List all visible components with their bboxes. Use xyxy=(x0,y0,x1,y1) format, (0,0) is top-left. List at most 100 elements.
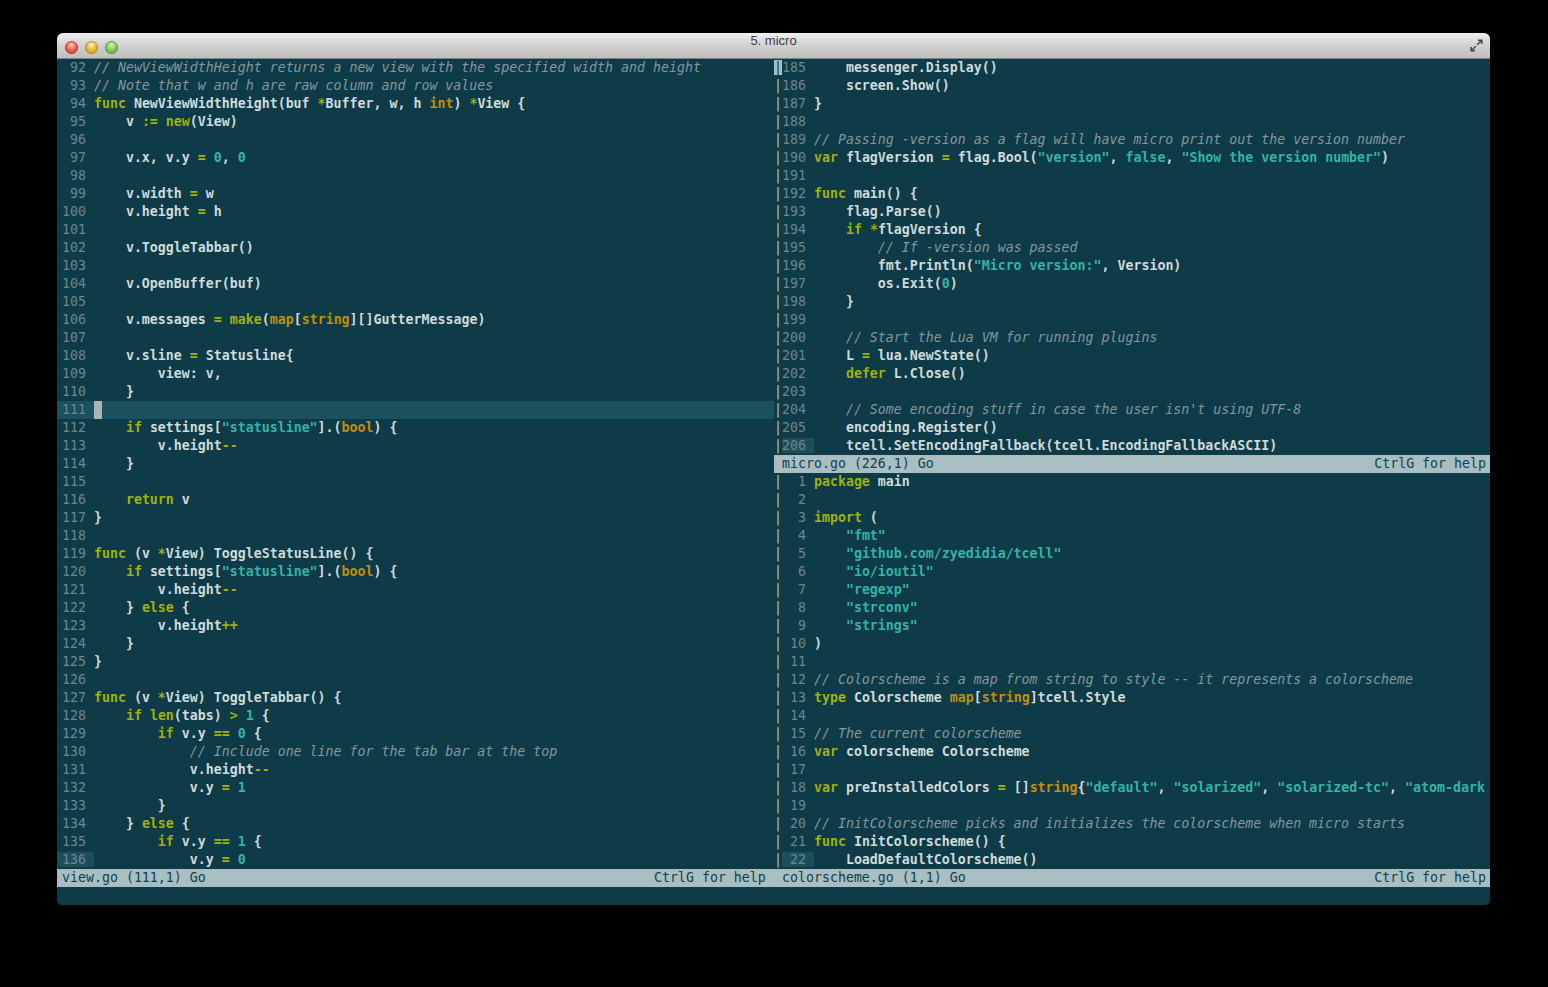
code-line[interactable]: |195 // If -version was passed xyxy=(774,239,1405,257)
code-line[interactable]: 121 v.height-- xyxy=(62,581,701,599)
code-line[interactable]: 109 view: v, xyxy=(62,365,701,383)
titlebar[interactable]: 5. micro xyxy=(57,33,1490,59)
code-line[interactable]: |199 xyxy=(774,311,1405,329)
code-line[interactable]: | 3 import ( xyxy=(774,509,1485,527)
code-line[interactable]: | 20 // InitColorscheme picks and initia… xyxy=(774,815,1485,833)
code-line[interactable]: 107 xyxy=(62,329,701,347)
code-line[interactable]: |206 tcell.SetEncodingFallback(tcell.Enc… xyxy=(774,437,1405,455)
code-line[interactable]: |200 // Start the Lua VM for running plu… xyxy=(774,329,1405,347)
code-line[interactable]: |188 xyxy=(774,113,1405,131)
code-line[interactable]: | 2 xyxy=(774,491,1485,509)
resize-icon[interactable] xyxy=(1468,37,1485,58)
code-line[interactable]: 126 xyxy=(62,671,701,689)
code-line[interactable]: |185 messenger.Display() xyxy=(774,59,1405,77)
code-line[interactable]: 111 xyxy=(62,401,701,419)
code-line[interactable]: | 12 // Colorscheme is a map from string… xyxy=(774,671,1485,689)
code-line[interactable]: 99 v.width = w xyxy=(62,185,701,203)
code-line[interactable]: | 22 LoadDefaultColorscheme() xyxy=(774,851,1485,869)
code-line[interactable]: | 6 "io/ioutil" xyxy=(774,563,1485,581)
editor-pane-micro-go[interactable]: |185 messenger.Display()|186 screen.Show… xyxy=(774,59,1405,455)
code-line[interactable]: 130 // Include one line for the tab bar … xyxy=(62,743,701,761)
code-line[interactable]: | 19 xyxy=(774,797,1485,815)
code-line[interactable]: 115 xyxy=(62,473,701,491)
code-line[interactable]: | 1 package main xyxy=(774,473,1485,491)
code-line[interactable]: |190 var flagVersion = flag.Bool("versio… xyxy=(774,149,1405,167)
line-number: 128 xyxy=(62,708,94,723)
code-line[interactable]: 93 // Note that w and h are raw column a… xyxy=(62,77,701,95)
code-line[interactable]: 136 v.y = 0 xyxy=(62,851,701,869)
code-line[interactable]: 102 v.ToggleTabbar() xyxy=(62,239,701,257)
code-line[interactable]: |198 } xyxy=(774,293,1405,311)
code-line[interactable]: 117 } xyxy=(62,509,701,527)
code-line[interactable]: 122 } else { xyxy=(62,599,701,617)
line-number: 20 xyxy=(782,816,814,831)
pane-divider: | xyxy=(774,150,782,165)
editor-pane-colorscheme-go[interactable]: | 1 package main| 2 | 3 import (| 4 "fmt… xyxy=(774,473,1485,869)
code-line[interactable]: 110 } xyxy=(62,383,701,401)
code-line[interactable]: 96 xyxy=(62,131,701,149)
code-line[interactable]: | 15 // The current colorscheme xyxy=(774,725,1485,743)
code-line[interactable]: 101 xyxy=(62,221,701,239)
code-line[interactable]: 129 if v.y == 0 { xyxy=(62,725,701,743)
code-line[interactable]: |187 } xyxy=(774,95,1405,113)
code-line[interactable]: |205 encoding.Register() xyxy=(774,419,1405,437)
code-line[interactable]: | 9 "strings" xyxy=(774,617,1485,635)
code-line[interactable]: 119 func (v *View) ToggleStatusLine() { xyxy=(62,545,701,563)
code-line[interactable]: 132 v.y = 1 xyxy=(62,779,701,797)
code-line[interactable]: |203 xyxy=(774,383,1405,401)
code-line[interactable]: 123 v.height++ xyxy=(62,617,701,635)
code-line[interactable]: |202 defer L.Close() xyxy=(774,365,1405,383)
code-line[interactable]: 114 } xyxy=(62,455,701,473)
code-line[interactable]: | 4 "fmt" xyxy=(774,527,1485,545)
code-line[interactable]: 127 func (v *View) ToggleTabbar() { xyxy=(62,689,701,707)
code-line[interactable]: 92 // NewViewWidthHeight returns a new v… xyxy=(62,59,701,77)
code-line[interactable]: | 13 type Colorscheme map[string]tcell.S… xyxy=(774,689,1485,707)
code-line[interactable]: 100 v.height = h xyxy=(62,203,701,221)
code-line[interactable]: | 14 xyxy=(774,707,1485,725)
code-line[interactable]: 106 v.messages = make(map[string][]Gutte… xyxy=(62,311,701,329)
code-line[interactable]: 135 if v.y == 1 { xyxy=(62,833,701,851)
code-line[interactable]: |196 fmt.Println("Micro version:", Versi… xyxy=(774,257,1405,275)
code-line[interactable]: |189 // Passing -version as a flag will … xyxy=(774,131,1405,149)
code-line[interactable]: | 10 ) xyxy=(774,635,1485,653)
code-line[interactable]: |204 // Some encoding stuff in case the … xyxy=(774,401,1405,419)
code-line[interactable]: 116 return v xyxy=(62,491,701,509)
code-line[interactable]: |201 L = lua.NewState() xyxy=(774,347,1405,365)
code-line[interactable]: 118 xyxy=(62,527,701,545)
code-line[interactable]: | 17 xyxy=(774,761,1485,779)
code-line[interactable]: | 16 var colorscheme Colorscheme xyxy=(774,743,1485,761)
code-line[interactable]: | 8 "strconv" xyxy=(774,599,1485,617)
code-line[interactable]: |186 screen.Show() xyxy=(774,77,1405,95)
code-token: "default" xyxy=(1086,780,1158,795)
code-line[interactable]: | 21 func InitColorscheme() { xyxy=(774,833,1485,851)
code-line[interactable]: | 11 xyxy=(774,653,1485,671)
code-line[interactable]: 105 xyxy=(62,293,701,311)
code-line[interactable]: 133 } xyxy=(62,797,701,815)
code-line[interactable]: | 5 "github.com/zyedidia/tcell" xyxy=(774,545,1485,563)
line-number: 199 xyxy=(782,312,814,327)
code-line[interactable]: 108 v.sline = Statusline{ xyxy=(62,347,701,365)
code-line[interactable]: | 7 "regexp" xyxy=(774,581,1485,599)
code-line[interactable]: 131 v.height-- xyxy=(62,761,701,779)
editor-pane-view-go[interactable]: 92 // NewViewWidthHeight returns a new v… xyxy=(62,59,701,869)
code-line[interactable]: |191 xyxy=(774,167,1405,185)
code-line[interactable]: 112 if settings["statusline"].(bool) { xyxy=(62,419,701,437)
code-token xyxy=(94,744,190,759)
code-line[interactable]: 103 xyxy=(62,257,701,275)
code-line[interactable]: |194 if *flagVersion { xyxy=(774,221,1405,239)
code-line[interactable]: 104 v.OpenBuffer(buf) xyxy=(62,275,701,293)
code-line[interactable]: 125 } xyxy=(62,653,701,671)
code-line[interactable]: 97 v.x, v.y = 0, 0 xyxy=(62,149,701,167)
code-line[interactable]: |192 func main() { xyxy=(774,185,1405,203)
code-line[interactable]: 120 if settings["statusline"].(bool) { xyxy=(62,563,701,581)
code-line[interactable]: 124 } xyxy=(62,635,701,653)
code-line[interactable]: |197 os.Exit(0) xyxy=(774,275,1405,293)
code-line[interactable]: 95 v := new(View) xyxy=(62,113,701,131)
code-line[interactable]: 134 } else { xyxy=(62,815,701,833)
code-line[interactable]: 128 if len(tabs) > 1 { xyxy=(62,707,701,725)
code-line[interactable]: | 18 var preInstalledColors = []string{"… xyxy=(774,779,1485,797)
code-line[interactable]: 113 v.height-- xyxy=(62,437,701,455)
code-line[interactable]: 94 func NewViewWidthHeight(buf *Buffer, … xyxy=(62,95,701,113)
code-line[interactable]: 98 xyxy=(62,167,701,185)
code-line[interactable]: |193 flag.Parse() xyxy=(774,203,1405,221)
